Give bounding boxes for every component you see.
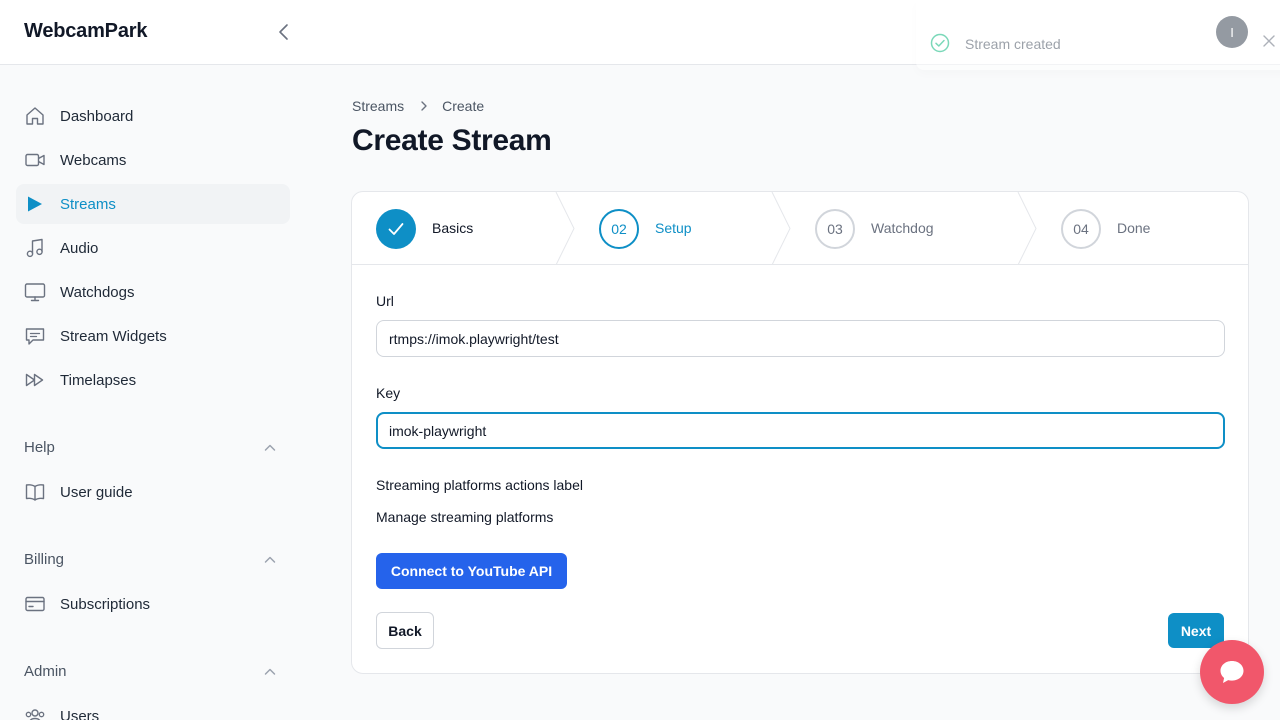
key-input[interactable] xyxy=(376,412,1225,449)
sidebar-item-subscriptions[interactable]: Subscriptions xyxy=(16,584,290,624)
stepper: Basics 02 Setup 03 Watchdog 04 Done xyxy=(352,192,1248,265)
check-icon xyxy=(388,223,404,235)
sidebar-item-label: User guide xyxy=(60,484,133,501)
collapse-sidebar-button[interactable] xyxy=(272,20,296,44)
sidebar-item-label: Webcams xyxy=(60,152,127,169)
toast-notification: Stream created xyxy=(916,0,1280,70)
next-button[interactable]: Next xyxy=(1168,613,1224,648)
section-title-help: Help xyxy=(24,439,55,456)
chat-bubble-icon xyxy=(25,328,45,345)
fast-forward-icon xyxy=(25,373,44,387)
step-number-circle: 04 xyxy=(1061,209,1101,249)
key-label: Key xyxy=(376,385,401,401)
sidebar-item-watchdogs[interactable]: Watchdogs xyxy=(16,272,290,312)
step-label: Basics xyxy=(432,220,474,236)
toast-message: Stream created xyxy=(965,36,1061,52)
users-icon xyxy=(25,709,45,720)
chevron-up-icon[interactable] xyxy=(262,552,278,568)
check-circle-icon xyxy=(930,33,950,53)
sidebar-item-stream-widgets[interactable]: Stream Widgets xyxy=(16,316,290,356)
back-button[interactable]: Back xyxy=(376,612,434,649)
sidebar-item-label: Stream Widgets xyxy=(60,328,167,345)
sidebar-item-label: Timelapses xyxy=(60,372,137,389)
step-basics[interactable]: Basics xyxy=(352,192,557,265)
sidebar-item-label: Subscriptions xyxy=(60,596,151,613)
book-icon xyxy=(25,484,45,501)
chat-icon xyxy=(1220,661,1244,683)
step-label: Done xyxy=(1117,220,1151,236)
sidebar-item-label: Dashboard xyxy=(60,108,134,125)
step-watchdog[interactable]: 03 Watchdog xyxy=(791,192,1021,265)
sidebar-item-users[interactable]: Users xyxy=(16,696,290,720)
step-number-circle: 03 xyxy=(815,209,855,249)
sidebar-item-dashboard[interactable]: Dashboard xyxy=(16,96,290,136)
step-number-circle: 02 xyxy=(599,209,639,249)
streaming-platforms-label: Streaming platforms actions label xyxy=(376,477,583,493)
chat-support-button[interactable] xyxy=(1200,640,1264,704)
sidebar: Dashboard Webcams Streams Audio Watchdog… xyxy=(0,65,306,720)
home-icon xyxy=(26,107,44,125)
step-setup[interactable]: 02 Setup xyxy=(575,192,775,265)
close-icon[interactable] xyxy=(1262,34,1276,48)
create-stream-card: Basics 02 Setup 03 Watchdog 04 Done Url … xyxy=(351,191,1249,674)
step-divider xyxy=(771,192,791,265)
breadcrumb-current: Create xyxy=(442,98,485,114)
step-label: Watchdog xyxy=(871,220,934,236)
sidebar-item-timelapses[interactable]: Timelapses xyxy=(16,360,290,400)
breadcrumb: Streams Create xyxy=(352,98,484,114)
page-title: Create Stream xyxy=(352,124,552,157)
step-complete-circle xyxy=(376,209,416,249)
sidebar-item-label: Streams xyxy=(60,196,116,213)
url-label: Url xyxy=(376,293,394,309)
sidebar-item-streams[interactable]: Streams xyxy=(16,184,290,224)
monitor-icon xyxy=(24,283,46,302)
section-title-billing: Billing xyxy=(24,551,65,568)
sidebar-item-label: Users xyxy=(60,708,100,720)
section-title-admin: Admin xyxy=(24,663,67,680)
sidebar-item-label: Watchdogs xyxy=(60,284,135,301)
chevron-up-icon[interactable] xyxy=(262,440,278,456)
video-camera-icon xyxy=(25,153,45,167)
sidebar-item-webcams[interactable]: Webcams xyxy=(16,140,290,180)
credit-card-icon xyxy=(25,596,45,612)
step-done[interactable]: 04 Done xyxy=(1037,192,1237,265)
sidebar-item-audio[interactable]: Audio xyxy=(16,228,290,268)
step-divider xyxy=(1017,192,1037,265)
music-note-icon xyxy=(26,238,43,258)
step-label: Setup xyxy=(655,220,692,236)
chevron-left-icon xyxy=(279,24,288,40)
step-divider xyxy=(555,192,575,265)
manage-platforms-text: Manage streaming platforms xyxy=(376,509,554,525)
chevron-right-icon xyxy=(421,101,427,111)
brand-logo[interactable]: WebcamPark xyxy=(24,20,147,43)
play-icon xyxy=(28,196,42,212)
connect-youtube-button[interactable]: Connect to YouTube API xyxy=(376,553,567,589)
url-input[interactable] xyxy=(376,320,1225,357)
breadcrumb-streams-link[interactable]: Streams xyxy=(352,98,404,114)
sidebar-item-label: Audio xyxy=(60,240,99,257)
sidebar-item-user-guide[interactable]: User guide xyxy=(16,472,290,512)
chevron-up-icon[interactable] xyxy=(262,664,278,680)
